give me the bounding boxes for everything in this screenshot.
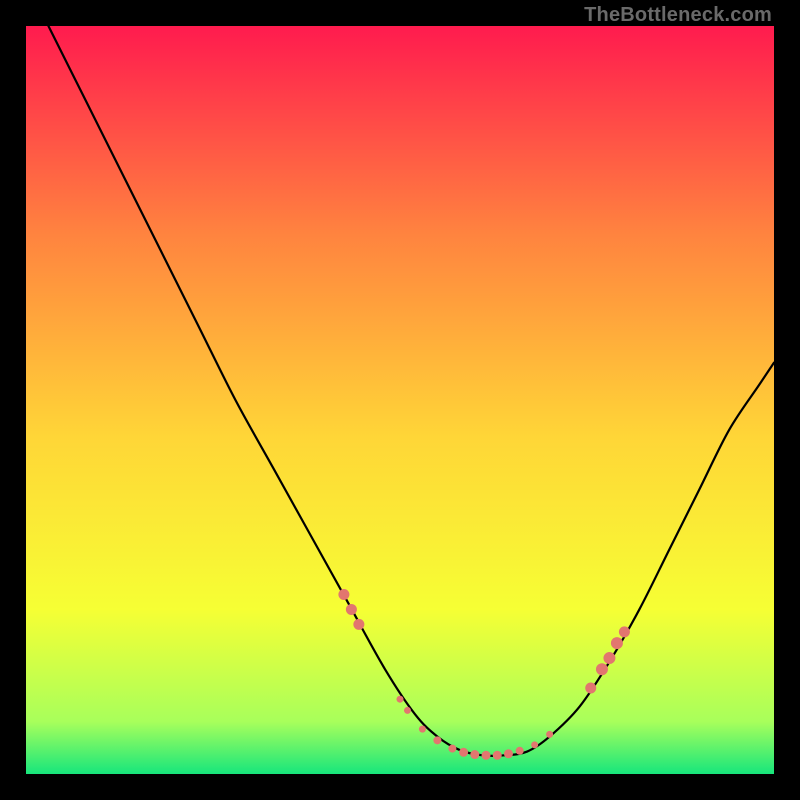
highlight-dot — [596, 663, 608, 675]
highlight-dot — [353, 619, 364, 630]
highlight-dot — [516, 747, 524, 755]
highlight-dot — [585, 682, 596, 693]
highlight-dot — [448, 745, 456, 753]
highlight-dot — [493, 751, 502, 760]
highlight-dot — [338, 589, 349, 600]
highlight-dot — [482, 751, 491, 760]
highlight-dot — [433, 736, 441, 744]
highlight-dot — [546, 731, 553, 738]
gradient-background — [26, 26, 774, 774]
highlight-dot — [459, 748, 468, 757]
watermark-text: TheBottleneck.com — [584, 4, 772, 27]
highlight-dot — [346, 604, 357, 615]
highlight-dot — [531, 741, 538, 748]
bottleneck-chart — [26, 26, 774, 774]
highlight-dot — [611, 637, 623, 649]
highlight-dot — [419, 726, 426, 733]
highlight-dot — [470, 750, 479, 759]
chart-frame — [26, 26, 774, 774]
highlight-dot — [619, 626, 630, 637]
highlight-dot — [504, 749, 513, 758]
highlight-dot — [397, 696, 404, 703]
highlight-dot — [603, 652, 615, 664]
highlight-dot — [404, 707, 411, 714]
